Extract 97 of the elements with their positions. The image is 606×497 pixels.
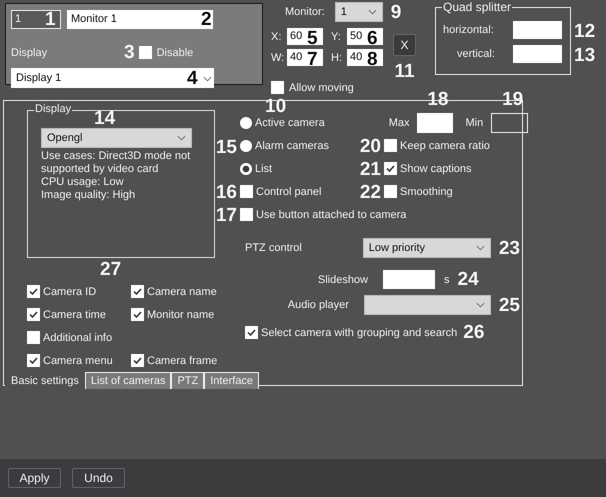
radio-label: Alarm cameras bbox=[255, 140, 329, 152]
tab[interactable]: Interface bbox=[204, 372, 260, 389]
callout-number: 27 bbox=[100, 260, 122, 279]
monitor-dropdown[interactable]: 1 bbox=[334, 2, 383, 22]
callout-number: 6 bbox=[367, 29, 378, 48]
radio-button[interactable] bbox=[240, 140, 252, 152]
renderer-dropdown[interactable]: Opengl bbox=[41, 128, 192, 148]
checkbox[interactable] bbox=[131, 285, 144, 298]
callout-number: 2 bbox=[201, 10, 212, 29]
checkbox-label: Camera menu bbox=[43, 354, 113, 366]
splitter-label: vertical: bbox=[457, 48, 495, 60]
callout-number: 23 bbox=[498, 238, 520, 258]
coordinate-label: X: bbox=[271, 30, 282, 42]
size-field[interactable] bbox=[417, 112, 454, 132]
description-text: CPU usage: Low bbox=[41, 176, 125, 189]
callout-number: 21 bbox=[360, 160, 381, 179]
checkbox-label: Select camera with grouping and search bbox=[261, 326, 458, 338]
checkbox[interactable] bbox=[271, 81, 284, 94]
slideshow-label: Slideshow bbox=[316, 274, 369, 286]
caret-icon bbox=[476, 245, 485, 251]
action-button[interactable]: Undo bbox=[72, 468, 125, 488]
callout-number: 11 bbox=[394, 62, 415, 81]
callout-number: 24 bbox=[458, 270, 479, 289]
callout-number: 12 bbox=[574, 22, 596, 41]
size-label: Min bbox=[465, 116, 484, 128]
unit-label: s bbox=[444, 274, 450, 286]
coordinate-label: W: bbox=[271, 52, 286, 64]
display-label: Display bbox=[11, 46, 48, 58]
checkbox-label: Camera name bbox=[147, 286, 217, 298]
description-text: Image quality: High bbox=[41, 189, 136, 202]
checkbox-label: Control panel bbox=[256, 186, 322, 198]
callout-number: 15 bbox=[216, 138, 237, 156]
checkbox[interactable] bbox=[27, 331, 40, 344]
checkbox-label: Show captions bbox=[400, 162, 472, 174]
checkbox[interactable] bbox=[240, 185, 253, 198]
checkbox-label: Smoothing bbox=[400, 186, 453, 198]
checkbox[interactable] bbox=[27, 308, 40, 321]
checkbox-label: Additional info bbox=[43, 332, 112, 344]
checkbox[interactable] bbox=[384, 162, 397, 175]
caret-icon bbox=[476, 302, 485, 308]
tab[interactable]: List of cameras bbox=[84, 372, 172, 389]
callout-number: 7 bbox=[307, 50, 318, 69]
ptz-label: PTZ control bbox=[244, 242, 303, 254]
radio-button[interactable] bbox=[240, 162, 252, 174]
audio-player-label: Audio player bbox=[286, 299, 350, 311]
monitor-label: Monitor: bbox=[285, 6, 325, 18]
caret-icon bbox=[177, 135, 186, 141]
callout-number: 14 bbox=[94, 109, 116, 128]
checkbox[interactable] bbox=[245, 326, 258, 339]
radio-button[interactable] bbox=[240, 116, 252, 128]
checkbox[interactable] bbox=[240, 208, 253, 221]
tab[interactable]: PTZ bbox=[171, 372, 204, 389]
callout-number: 22 bbox=[360, 183, 381, 202]
description-text: Use cases: Direct3D mode not supported by video card bbox=[41, 150, 192, 176]
checkbox[interactable] bbox=[131, 308, 144, 321]
checkbox-label: Camera time bbox=[43, 308, 106, 320]
action-button[interactable]: Apply bbox=[8, 468, 61, 488]
radio-label: Active camera bbox=[255, 116, 325, 128]
splitter-field[interactable] bbox=[513, 44, 562, 62]
callout-number: 17 bbox=[216, 206, 237, 225]
group-title: Quad splitter bbox=[442, 0, 512, 14]
callout-number: 3 bbox=[124, 43, 135, 62]
callout-number: 1 bbox=[45, 10, 56, 29]
callout-number: 9 bbox=[390, 2, 402, 22]
callout-number: 4 bbox=[187, 69, 198, 88]
checkbox-label: Camera frame bbox=[147, 354, 218, 366]
caret-icon bbox=[203, 76, 212, 82]
caret-icon bbox=[368, 9, 377, 15]
callout-number: 20 bbox=[360, 137, 381, 156]
ptz-dropdown[interactable]: Low priority bbox=[362, 238, 491, 258]
callout-number: 13 bbox=[574, 46, 596, 65]
coordinate-label: Y: bbox=[331, 30, 342, 42]
close-button[interactable]: X bbox=[393, 34, 416, 56]
checkbox[interactable] bbox=[27, 285, 40, 298]
callout-number: 16 bbox=[216, 183, 237, 202]
callout-number: 25 bbox=[498, 296, 520, 314]
checkbox[interactable] bbox=[384, 185, 397, 198]
callout-number: 5 bbox=[307, 29, 318, 48]
checkbox-label: Monitor name bbox=[147, 308, 214, 320]
coordinate-label: H: bbox=[331, 52, 343, 64]
checkbox[interactable] bbox=[131, 354, 144, 367]
checkbox[interactable] bbox=[27, 354, 40, 367]
slideshow-field[interactable] bbox=[383, 270, 435, 289]
group-title: Display bbox=[34, 103, 72, 115]
checkbox-label: Camera ID bbox=[43, 286, 96, 298]
checkbox[interactable] bbox=[384, 139, 397, 152]
checkbox-label: Disable bbox=[156, 46, 194, 58]
callout-number: 26 bbox=[463, 323, 484, 342]
splitter-label: horizontal: bbox=[443, 24, 494, 36]
checkbox[interactable] bbox=[138, 46, 152, 59]
checkbox-label: Allow moving bbox=[289, 82, 354, 94]
size-label: Max bbox=[388, 116, 410, 128]
radio-label: List bbox=[255, 162, 272, 174]
checkbox-label: Keep camera ratio bbox=[400, 140, 490, 152]
checkbox-label: Use button attached to camera bbox=[256, 208, 406, 220]
callout-number: 8 bbox=[367, 50, 378, 69]
splitter-field[interactable] bbox=[513, 20, 562, 38]
